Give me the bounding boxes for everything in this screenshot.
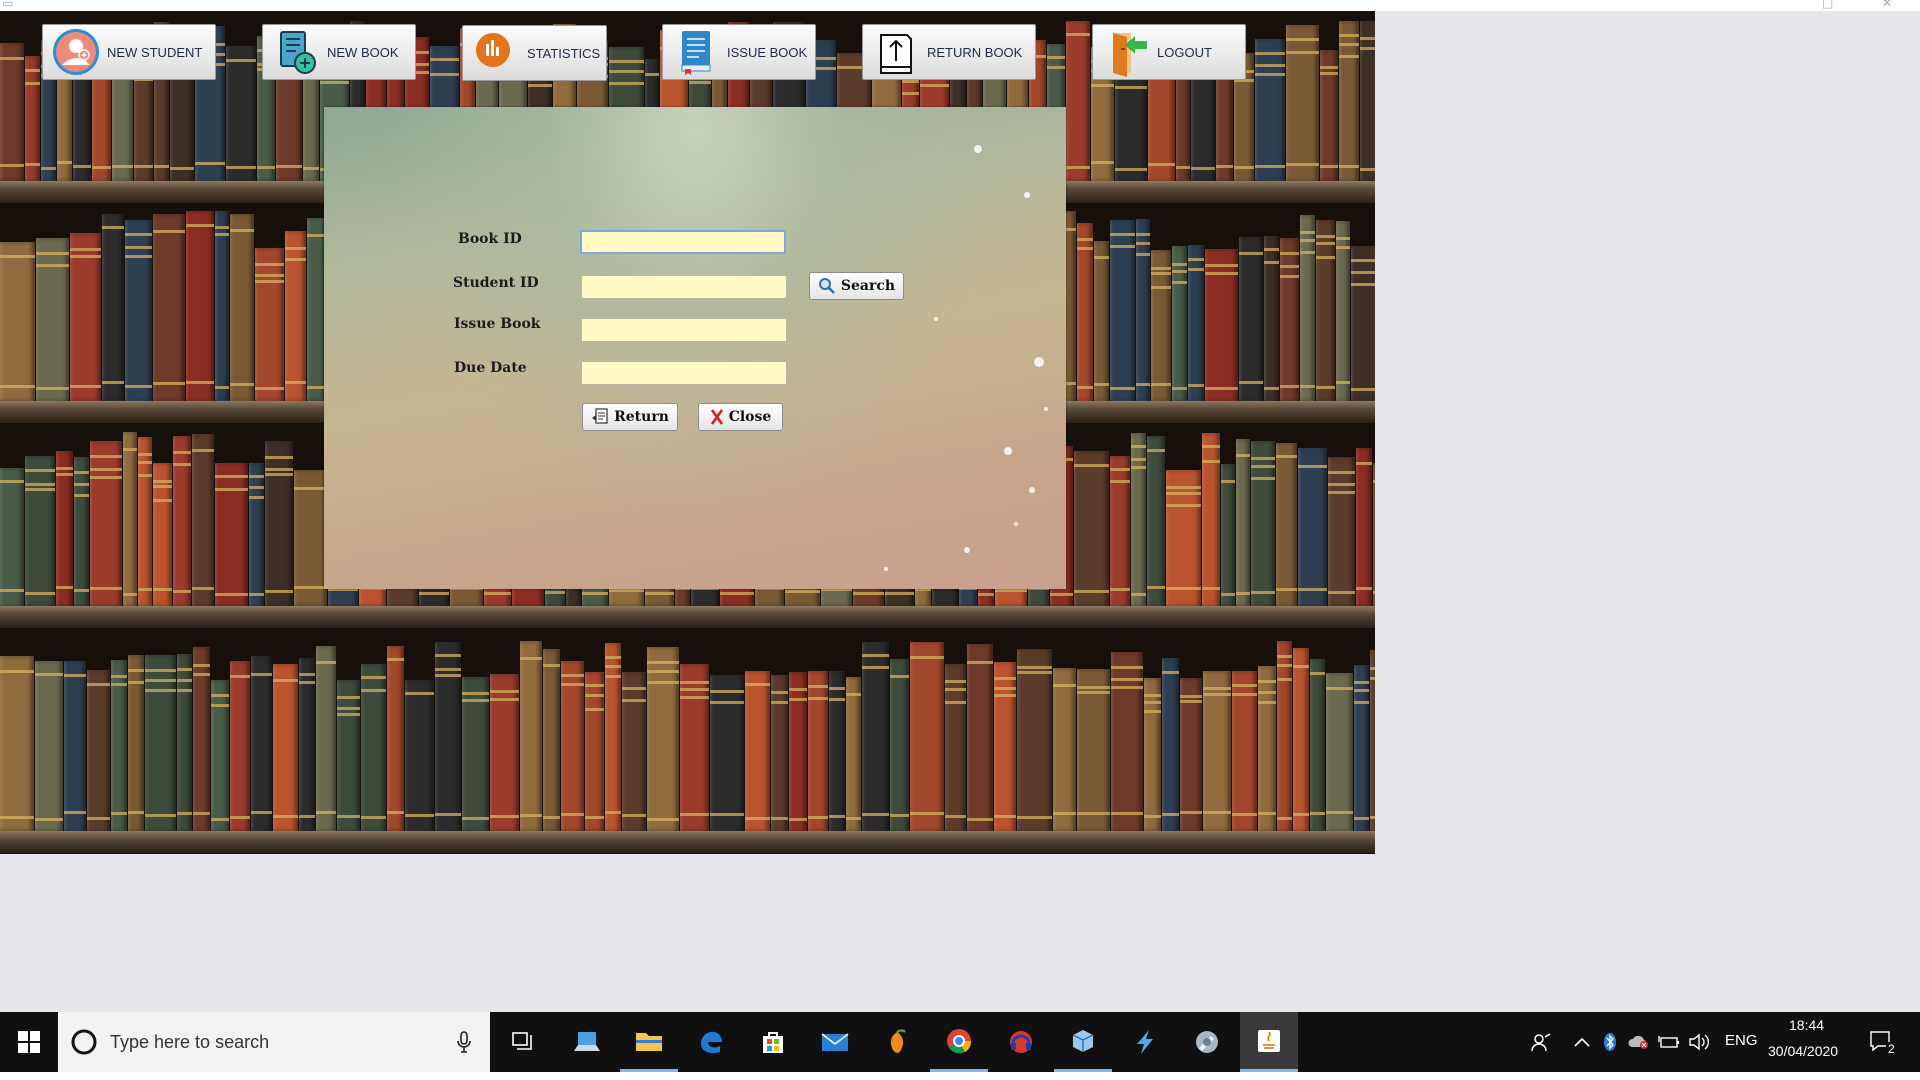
laptop-app-icon[interactable] <box>558 1012 616 1072</box>
store-icon[interactable] <box>744 1012 802 1072</box>
return-book-panel: Book ID Student ID Search Issue Book Due… <box>324 107 1066 589</box>
clock-time[interactable]: 18:44 <box>1789 1017 1824 1033</box>
close-button-label: Close <box>728 409 772 425</box>
issue-book-field-label: Issue Book <box>454 316 541 332</box>
close-window-icon[interactable]: ✕ <box>1882 0 1892 10</box>
due-date-label: Due Date <box>454 360 527 376</box>
input-language[interactable]: ENG <box>1725 1032 1758 1049</box>
new-student-icon <box>51 27 101 77</box>
show-hidden-icons-chevron-icon[interactable] <box>1570 1012 1594 1072</box>
chrome-icon[interactable] <box>930 1012 988 1072</box>
close-x-icon <box>710 409 723 425</box>
window-menu-icon[interactable]: ▭ <box>2 0 13 10</box>
java-app-icon[interactable] <box>1240 1012 1298 1072</box>
search-button[interactable]: Search <box>809 272 904 300</box>
return-button[interactable]: Return <box>582 403 678 431</box>
return-doc-icon <box>592 408 608 424</box>
search-icon <box>818 278 835 294</box>
maximize-icon[interactable]: □ <box>1822 0 1833 10</box>
cube-app-icon[interactable] <box>1054 1012 1112 1072</box>
statistics-button[interactable]: STATISTICS <box>462 25 607 81</box>
start-button[interactable] <box>0 1012 58 1072</box>
issue-book-input[interactable] <box>581 318 787 342</box>
new-student-button[interactable]: NEW STUDENT <box>42 24 216 80</box>
book-id-input[interactable] <box>580 230 786 254</box>
return-button-label: Return <box>614 409 669 425</box>
student-id-label: Student ID <box>453 275 539 291</box>
mail-icon[interactable] <box>806 1012 864 1072</box>
bluetooth-icon[interactable] <box>1598 1012 1622 1072</box>
student-id-input[interactable] <box>581 275 787 299</box>
issue-book-icon <box>671 27 721 77</box>
statistics-label: STATISTICS <box>527 45 601 61</box>
action-center-icon[interactable]: 2 <box>1862 1012 1902 1072</box>
windows-logo-icon <box>18 1031 40 1053</box>
taskbar-search-placeholder: Type here to search <box>110 1031 270 1052</box>
window-top-strip: ▭ □ ✕ <box>0 0 1920 11</box>
return-book-icon <box>871 27 921 77</box>
library-app-window: NEW STUDENT NEW BOOK STATISTICS ISSUE BO… <box>0 11 1375 854</box>
fruit-app-icon[interactable] <box>868 1012 926 1072</box>
edge-icon[interactable] <box>682 1012 740 1072</box>
new-book-button[interactable]: NEW BOOK <box>262 24 416 80</box>
microphone-icon[interactable] <box>456 1031 472 1053</box>
clock-date[interactable]: 30/04/2020 <box>1768 1043 1838 1059</box>
new-book-icon <box>271 27 321 77</box>
onedrive-error-icon[interactable] <box>1626 1012 1652 1072</box>
close-button[interactable]: Close <box>698 403 783 431</box>
search-button-label: Search <box>840 278 896 294</box>
issue-book-label: ISSUE BOOK <box>727 44 808 60</box>
logout-button[interactable]: LOGOUT <box>1092 24 1246 80</box>
new-student-label: NEW STUDENT <box>107 44 203 60</box>
statistics-icon <box>471 28 521 78</box>
issue-book-button[interactable]: ISSUE BOOK <box>662 24 816 80</box>
return-book-label: RETURN BOOK <box>927 44 1023 60</box>
headset-app-icon[interactable] <box>992 1012 1050 1072</box>
return-book-button[interactable]: RETURN BOOK <box>862 24 1036 80</box>
cortana-circle-icon <box>71 1029 97 1055</box>
new-book-label: NEW BOOK <box>327 44 399 60</box>
taskbar-bottom-strip <box>0 1072 1920 1080</box>
taskbar-search-box[interactable]: Type here to search <box>58 1012 490 1072</box>
task-view-icon[interactable] <box>494 1012 552 1072</box>
book-id-label: Book ID <box>458 231 522 247</box>
battery-icon[interactable] <box>1656 1012 1682 1072</box>
due-date-input[interactable] <box>581 361 787 385</box>
windows-taskbar: Type here to search ENG 18:44 30/04/2020… <box>0 1012 1920 1072</box>
settings-app-icon[interactable] <box>1178 1012 1236 1072</box>
people-icon[interactable] <box>1524 1012 1558 1072</box>
notification-count-badge: 2 <box>1886 1042 1897 1056</box>
volume-icon[interactable] <box>1686 1012 1712 1072</box>
logout-label: LOGOUT <box>1157 44 1212 60</box>
file-explorer-icon[interactable] <box>620 1012 678 1072</box>
lightning-app-icon[interactable] <box>1116 1012 1174 1072</box>
logout-icon <box>1101 27 1151 77</box>
